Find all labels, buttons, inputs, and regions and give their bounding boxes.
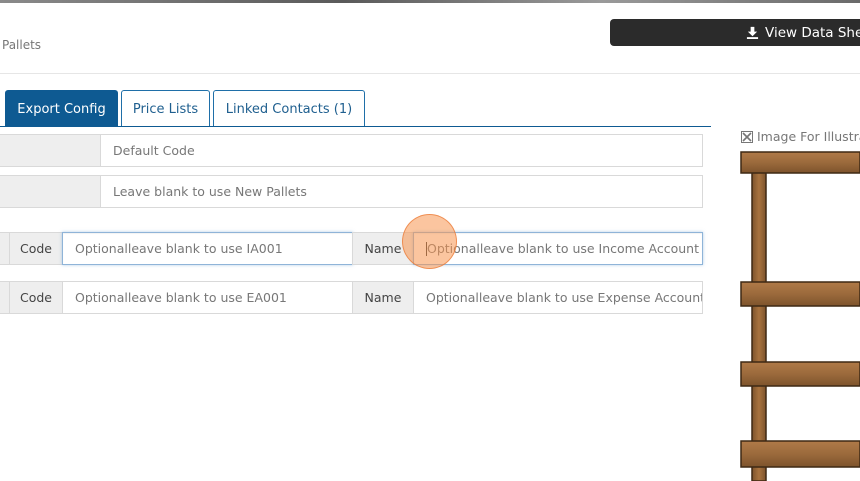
name-input[interactable]: Leave blank to use New Pallets — [100, 175, 703, 208]
income-code-input[interactable]: Optionalleave blank to use IA001 — [62, 232, 353, 265]
image-panel-label[interactable]: Image For Illustrat — [741, 129, 860, 144]
expense-name-label: Name — [352, 281, 414, 314]
income-account-row: Code Optionalleave blank to use IA001 Na… — [0, 232, 703, 265]
tab-price-lists[interactable]: Price Lists — [121, 90, 210, 127]
default-code-input[interactable]: Default Code — [100, 134, 703, 167]
default-code-addon — [0, 134, 101, 167]
tab-label: Export Config — [17, 101, 106, 117]
expense-account-row: Code Optionalleave blank to use EA001 Na… — [0, 281, 703, 314]
income-code-label: Code — [9, 232, 63, 265]
income-code-placeholder: Optionalleave blank to use IA001 — [75, 241, 283, 256]
tab-label: Price Lists — [132, 101, 199, 117]
default-code-row: Default Code — [0, 134, 703, 167]
header-divider — [0, 73, 860, 74]
download-icon — [746, 26, 759, 39]
name-row: Leave blank to use New Pallets — [0, 175, 703, 208]
view-data-sheet-button[interactable]: View Data Sheet — [610, 19, 860, 46]
pallet-rack-image — [740, 151, 860, 481]
income-name-placeholder: Optionalleave blank to use Income Accoun… — [427, 241, 699, 256]
tab-label: Linked Contacts (1) — [225, 101, 353, 117]
default-code-placeholder: Default Code — [113, 143, 195, 158]
expand-icon — [741, 130, 753, 143]
expense-code-label: Code — [9, 281, 63, 314]
tab-linked-contacts[interactable]: Linked Contacts (1) — [213, 90, 365, 127]
view-data-sheet-label: View Data Sheet — [765, 24, 860, 41]
expense-name-placeholder: Optionalleave blank to use Expense Accou… — [426, 290, 703, 305]
name-placeholder: Leave blank to use New Pallets — [113, 184, 307, 199]
tab-export-config[interactable]: Export Config — [5, 90, 118, 127]
click-indicator — [402, 214, 457, 269]
name-addon — [0, 175, 101, 208]
expense-name-input[interactable]: Optionalleave blank to use Expense Accou… — [413, 281, 703, 314]
expense-code-input[interactable]: Optionalleave blank to use EA001 — [62, 281, 353, 314]
tab-underline — [0, 126, 711, 127]
image-panel-label-text: Image For Illustrat — [757, 129, 860, 144]
breadcrumb[interactable]: Pallets — [2, 38, 41, 52]
browser-top-edge — [0, 0, 860, 3]
expense-code-placeholder: Optionalleave blank to use EA001 — [75, 290, 287, 305]
